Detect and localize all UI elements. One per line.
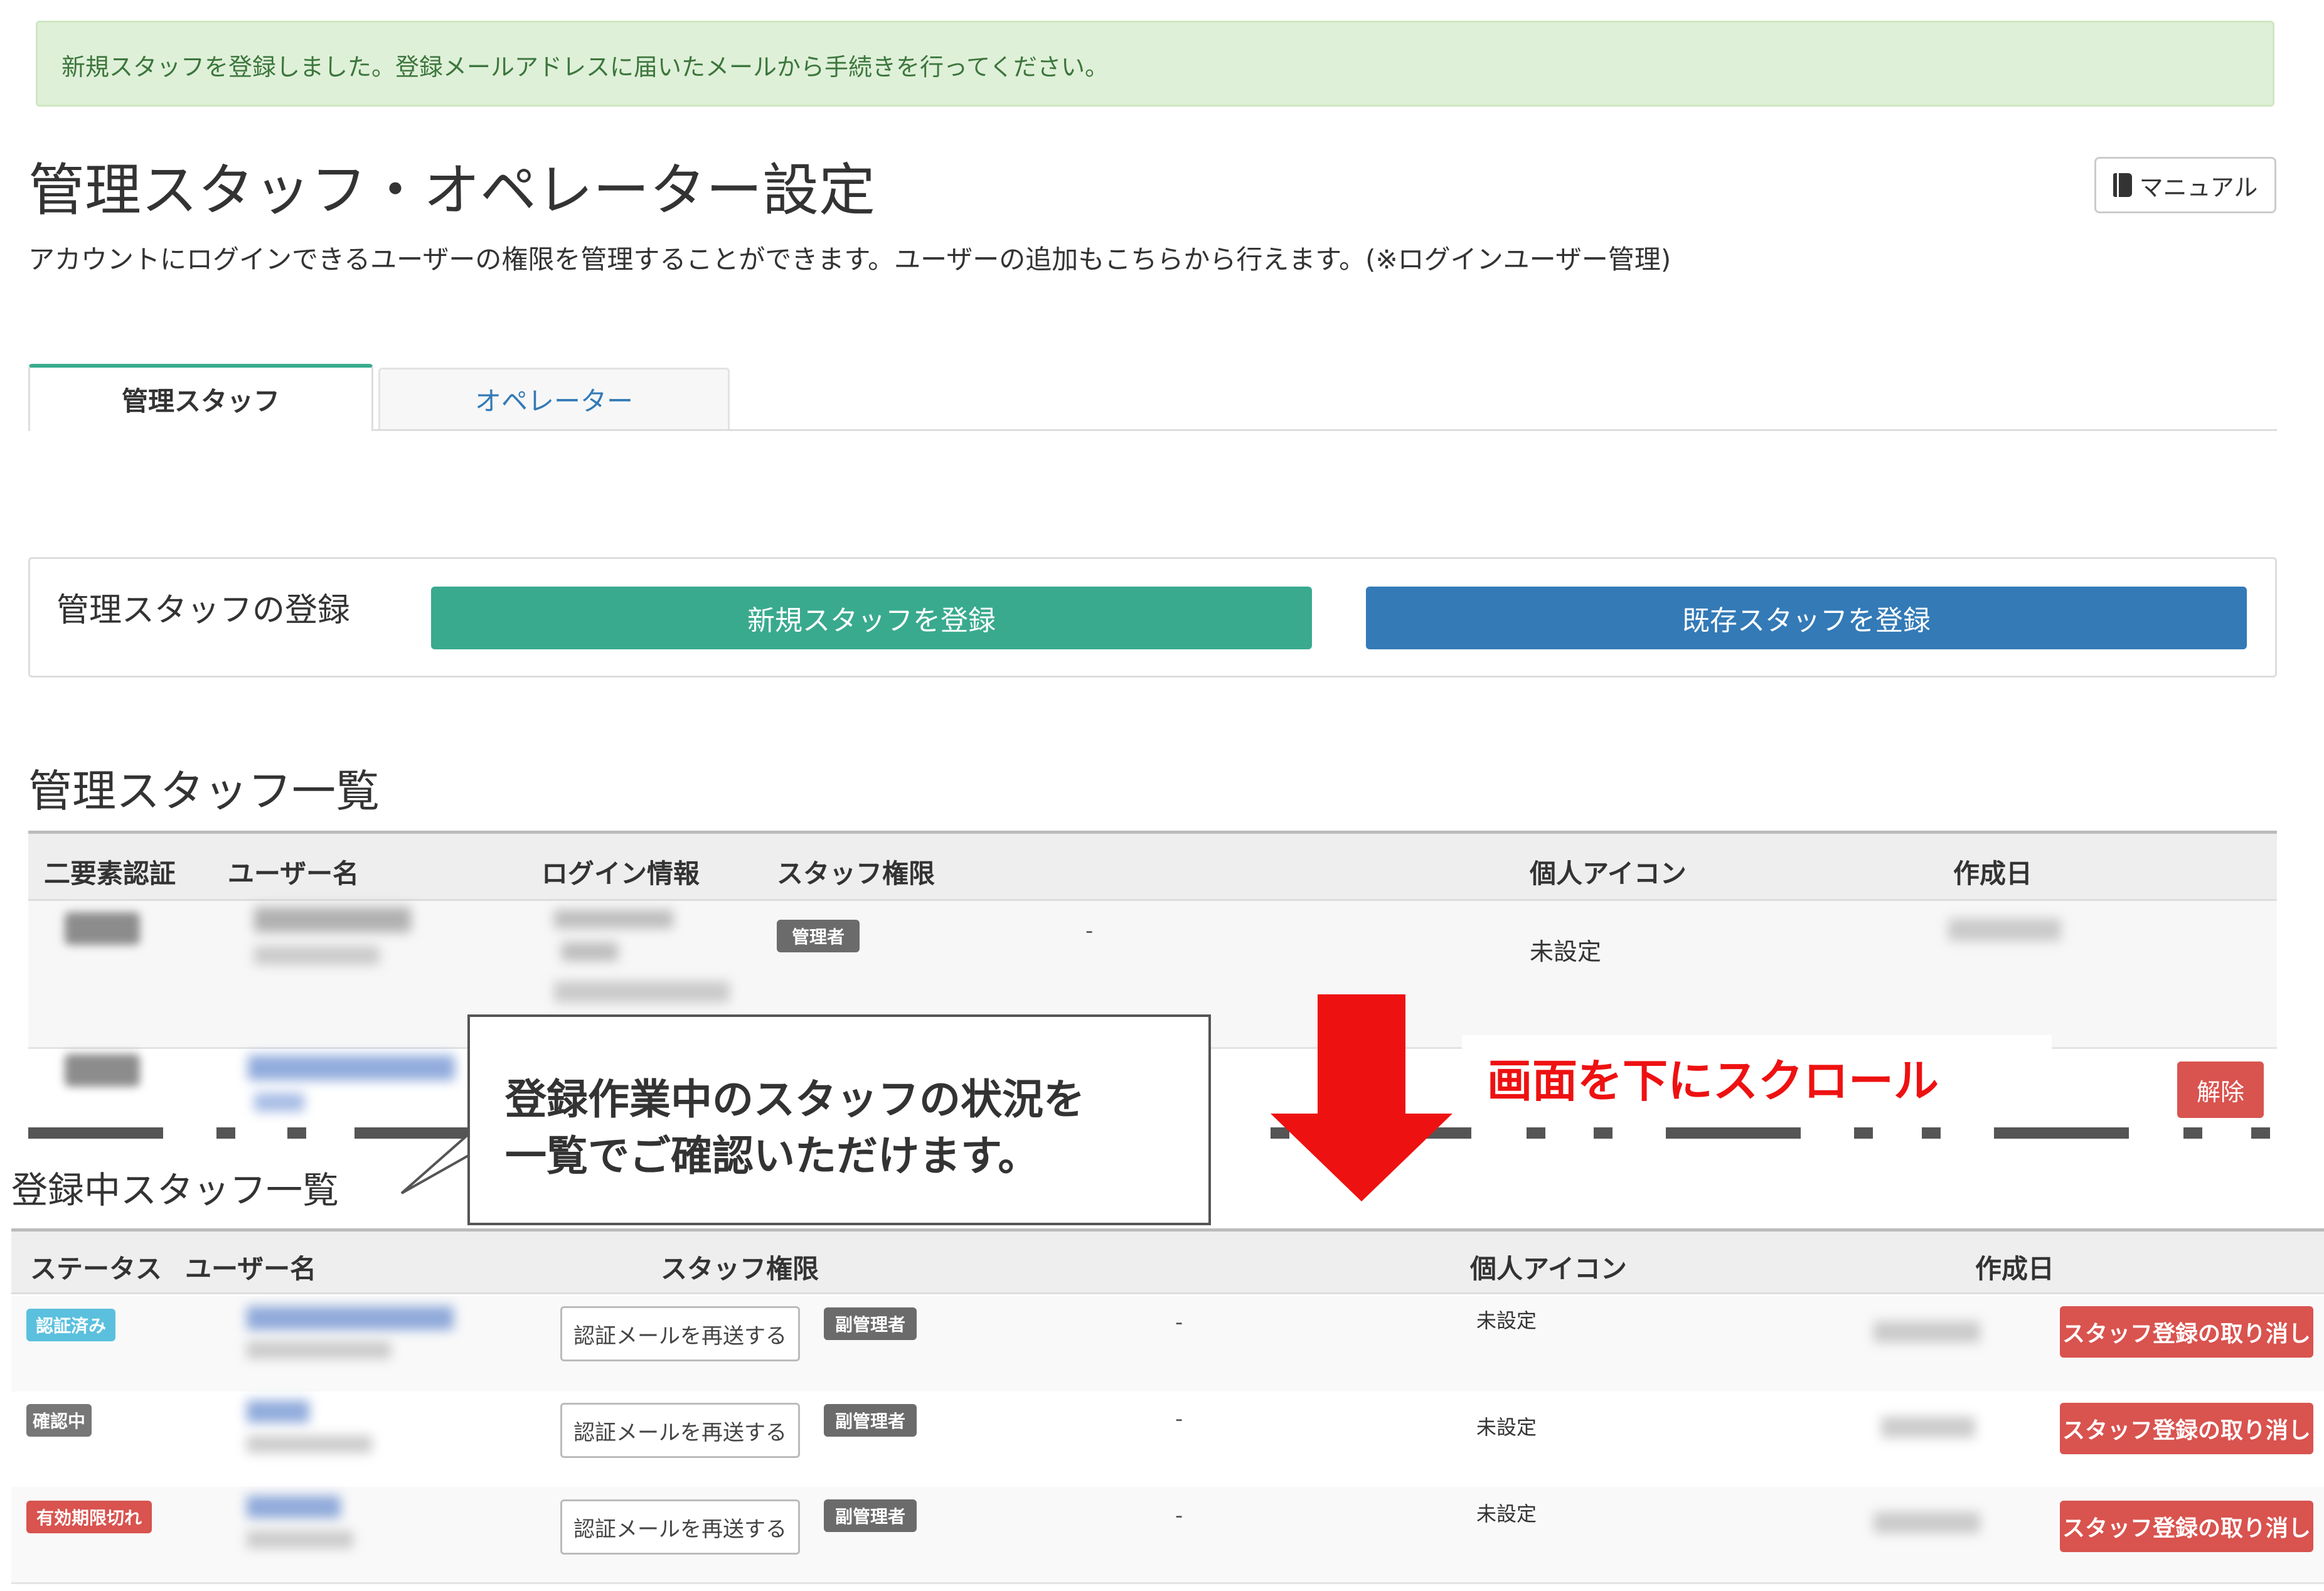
column-icon: 個人アイコン	[1530, 858, 1687, 889]
resend-email-button[interactable]: 認証メールを再送する	[560, 1499, 800, 1555]
extra-value: -	[1175, 1407, 1183, 1432]
redacted-created-date	[1948, 918, 2061, 941]
scroll-down-arrow-icon	[1271, 994, 1452, 1201]
page-description: アカウントにログインできるユーザーの権限を管理することができます。ユーザーの追加…	[28, 244, 1671, 275]
icon-value: 未設定	[1476, 1415, 1537, 1439]
redacted-login-info	[554, 981, 730, 1003]
scroll-separator	[1854, 1127, 1873, 1139]
staff-list-title: 管理スタッフ一覧	[28, 765, 380, 817]
resend-email-button[interactable]: 認証メールを再送する	[560, 1403, 800, 1458]
column-role: スタッフ権限	[661, 1253, 819, 1284]
status-badge: 確認中	[26, 1404, 92, 1437]
existing-staff-button[interactable]: 既存スタッフを登録	[1366, 587, 2247, 649]
column-created: 作成日	[1975, 1253, 2055, 1284]
scroll-separator	[1594, 1127, 1612, 1139]
scroll-separator	[2183, 1127, 2202, 1139]
registering-table-header: ステータス ユーザー名 スタッフ権限 個人アイコン 作成日	[11, 1228, 2324, 1294]
extra-value: -	[1175, 1503, 1183, 1528]
redacted-login-info	[554, 910, 673, 929]
redacted-login-info	[562, 942, 618, 961]
scroll-separator	[1527, 1127, 1545, 1139]
table-row: 有効期限切れ 認証メールを再送する 副管理者 - 未設定 スタッフ登録の取り消し	[11, 1487, 2324, 1584]
cancel-registration-button[interactable]: スタッフ登録の取り消し	[2060, 1403, 2313, 1454]
redacted-username-link	[247, 1400, 309, 1423]
icon-value: 未設定	[1476, 1309, 1537, 1333]
redacted-username-sub	[254, 946, 380, 965]
page-title: 管理スタッフ・オペレーター設定	[28, 157, 875, 223]
redacted-2fa	[65, 912, 140, 945]
icon-value: 未設定	[1476, 1502, 1537, 1526]
new-staff-button[interactable]: 新規スタッフを登録	[431, 587, 1312, 649]
extra-value: -	[1175, 1310, 1183, 1335]
scroll-separator	[1922, 1127, 1941, 1139]
tab-operator[interactable]: オペレーター	[378, 368, 730, 429]
resend-email-button[interactable]: 認証メールを再送する	[560, 1306, 800, 1361]
status-badge: 有効期限切れ	[26, 1501, 152, 1533]
registering-list-title: 登録中スタッフ一覧	[11, 1169, 339, 1211]
extra-value: -	[1085, 918, 1094, 944]
column-username: ユーザー名	[228, 858, 360, 889]
scroll-separator	[28, 1127, 163, 1139]
scroll-separator	[1666, 1127, 1801, 1139]
role-badge: 副管理者	[824, 1404, 917, 1437]
column-login-info: ログイン情報	[541, 858, 700, 889]
role-badge: 副管理者	[824, 1499, 917, 1532]
table-row: 認証済み 認証メールを再送する 副管理者 - 未設定 スタッフ登録の取り消し	[11, 1296, 2324, 1393]
callout-tail	[400, 1129, 472, 1195]
alert-message: 新規スタッフを登録しました。登録メールアドレスに届いたメールから手続きを行ってく…	[61, 53, 1109, 81]
tab-staff[interactable]: 管理スタッフ	[28, 364, 373, 431]
redacted-username-link	[248, 1055, 455, 1080]
cancel-registration-button[interactable]: スタッフ登録の取り消し	[2060, 1501, 2313, 1552]
scroll-instruction: 画面を下にスクロール	[1462, 1035, 2052, 1107]
column-2fa: 二要素認証	[44, 858, 176, 889]
manual-button-label: マニュアル	[2139, 173, 2258, 201]
scroll-separator	[1994, 1127, 2129, 1139]
column-icon: 個人アイコン	[1470, 1253, 1627, 1284]
redacted-username-sub	[247, 1341, 391, 1359]
scroll-separator	[287, 1127, 306, 1139]
redacted-username-sub	[247, 1435, 372, 1453]
redacted-username	[254, 907, 411, 932]
redacted-username-link	[247, 1306, 454, 1330]
cancel-registration-button[interactable]: スタッフ登録の取り消し	[2060, 1306, 2313, 1358]
release-button[interactable]: 解除	[2177, 1062, 2264, 1118]
redacted-username-sub	[247, 1531, 353, 1548]
manual-button[interactable]: マニュアル	[2094, 157, 2276, 213]
column-role: スタッフ権限	[777, 858, 935, 889]
role-badge: 管理者	[777, 920, 860, 952]
success-alert: 新規スタッフを登録しました。登録メールアドレスに届いたメールから手続きを行ってく…	[36, 21, 2274, 107]
redacted-username-link	[247, 1496, 341, 1518]
redacted-created-date	[1881, 1417, 1975, 1438]
scroll-separator	[2251, 1127, 2270, 1139]
redacted-created-date	[1874, 1512, 1980, 1533]
redacted-username-sub	[254, 1093, 304, 1112]
book-icon	[2113, 173, 2132, 197]
column-created: 作成日	[1953, 858, 2033, 889]
scroll-instruction-text: 画面を下にスクロール	[1487, 1055, 1939, 1107]
redacted-created-date	[1874, 1321, 1980, 1343]
role-badge: 副管理者	[824, 1307, 917, 1340]
callout-text-line1: 登録作業中のスタッフの状況を	[505, 1075, 1085, 1124]
status-badge: 認証済み	[26, 1309, 115, 1341]
column-username: ユーザー名	[185, 1253, 317, 1284]
icon-value: 未設定	[1530, 938, 1602, 966]
redacted-2fa	[65, 1054, 140, 1087]
callout-text-line2: 一覧でご確認いただけます。	[505, 1132, 1040, 1180]
table-row: 確認中 認証メールを再送する 副管理者 - 未設定 スタッフ登録の取り消し	[11, 1391, 2324, 1489]
register-panel-label: 管理スタッフの登録	[56, 592, 351, 629]
column-status: ステータス	[30, 1253, 163, 1284]
scroll-separator	[216, 1127, 235, 1139]
annotation-callout: 登録作業中のスタッフの状況を 一覧でご確認いただけます。	[467, 1014, 1211, 1225]
staff-table-header: 二要素認証 ユーザー名 ログイン情報 スタッフ権限 個人アイコン 作成日	[28, 831, 2277, 901]
